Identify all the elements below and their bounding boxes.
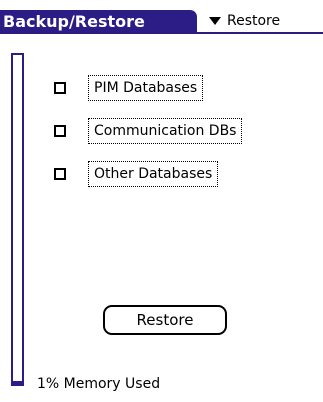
app-title: Backup/Restore — [0, 10, 197, 34]
pim-databases-label[interactable]: PIM Databases — [88, 75, 204, 101]
memory-usage-fill — [13, 380, 22, 384]
option-row-communication: Communication DBs — [54, 118, 243, 144]
memory-status-text: 1% Memory Used — [37, 376, 161, 392]
communication-dbs-label[interactable]: Communication DBs — [88, 118, 243, 144]
option-row-pim: PIM Databases — [54, 75, 204, 101]
restore-mode-menu[interactable]: Restore — [209, 10, 280, 32]
option-row-other: Other Databases — [54, 161, 219, 187]
restore-mode-label: Restore — [227, 13, 281, 29]
restore-button[interactable]: Restore — [103, 305, 227, 335]
memory-usage-bar — [11, 53, 24, 386]
triangle-down-icon — [209, 17, 221, 25]
pim-databases-checkbox[interactable] — [54, 82, 66, 94]
title-bar-underline — [0, 32, 323, 34]
other-databases-label[interactable]: Other Databases — [88, 161, 219, 187]
communication-dbs-checkbox[interactable] — [54, 125, 66, 137]
other-databases-checkbox[interactable] — [54, 168, 66, 180]
